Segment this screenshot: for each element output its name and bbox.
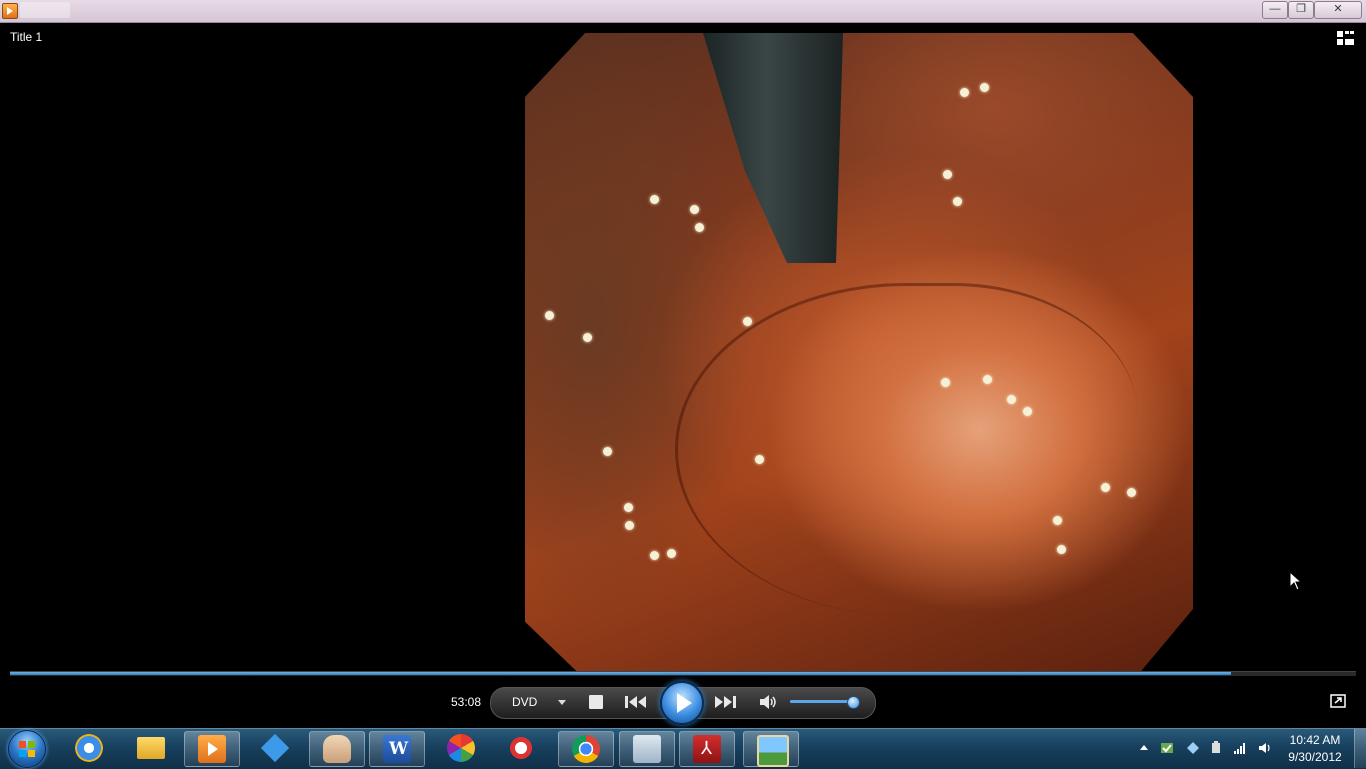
snipping-tool-icon bbox=[507, 734, 535, 762]
light-reflection bbox=[624, 503, 633, 512]
windows-media-player-icon bbox=[198, 735, 226, 763]
light-reflection bbox=[743, 317, 752, 326]
light-reflection bbox=[1057, 545, 1066, 554]
microsoft-word-icon bbox=[383, 735, 411, 763]
clock-date[interactable]: 9/30/2012 bbox=[1284, 750, 1346, 764]
light-reflection bbox=[1007, 395, 1016, 404]
close-button[interactable]: ✕ bbox=[1314, 1, 1362, 19]
next-button[interactable] bbox=[710, 692, 740, 712]
light-reflection bbox=[960, 88, 969, 97]
light-reflection bbox=[690, 205, 699, 214]
safely-remove-hardware-icon[interactable] bbox=[1209, 741, 1223, 755]
network-signal-icon[interactable] bbox=[1233, 741, 1247, 755]
light-reflection bbox=[943, 170, 952, 179]
stop-button[interactable] bbox=[589, 695, 603, 709]
taskbar-internet-explorer[interactable] bbox=[62, 731, 116, 765]
taskbar-picasa[interactable] bbox=[434, 731, 488, 765]
taskbar-windows-explorer[interactable] bbox=[124, 731, 178, 765]
maximize-button[interactable]: ❐ bbox=[1288, 1, 1314, 19]
show-hidden-icons-icon[interactable] bbox=[1140, 745, 1148, 750]
photo-viewer-icon bbox=[757, 735, 789, 767]
adobe-reader-icon bbox=[693, 735, 721, 763]
light-reflection bbox=[1023, 407, 1032, 416]
minimize-button[interactable]: — bbox=[1262, 1, 1288, 19]
endoscope-tube bbox=[703, 33, 843, 263]
dropbox-tray-icon[interactable] bbox=[1186, 741, 1200, 755]
light-reflection bbox=[545, 311, 554, 320]
taskbar-explorer-window[interactable] bbox=[619, 731, 675, 767]
light-reflection bbox=[603, 447, 612, 456]
light-reflection bbox=[980, 83, 989, 92]
light-reflection bbox=[695, 223, 704, 232]
dvd-dropdown-icon[interactable] bbox=[558, 700, 566, 705]
taskbar-windows-media-player[interactable] bbox=[184, 731, 240, 767]
taskbar-adobe-reader[interactable] bbox=[679, 731, 735, 767]
light-reflection bbox=[625, 521, 634, 530]
explorer-window-icon bbox=[633, 735, 661, 763]
clock-time[interactable]: 10:42 AM bbox=[1284, 733, 1346, 747]
light-reflection bbox=[667, 549, 676, 558]
dropbox-icon bbox=[261, 734, 289, 762]
start-button[interactable] bbox=[8, 730, 46, 768]
taskbar-snipping-tool[interactable] bbox=[494, 731, 548, 765]
volume-tray-icon[interactable] bbox=[1258, 741, 1272, 755]
light-reflection bbox=[983, 375, 992, 384]
sync-status-icon[interactable] bbox=[1160, 741, 1174, 755]
elapsed-time: 53:08 bbox=[450, 695, 482, 709]
taskbar-photo-viewer[interactable] bbox=[743, 731, 799, 767]
taskbar-microsoft-word[interactable] bbox=[369, 731, 425, 767]
light-reflection bbox=[1101, 483, 1110, 492]
light-reflection bbox=[650, 551, 659, 560]
tissue-fold bbox=[675, 283, 1138, 616]
seek-bar-progress bbox=[10, 672, 1231, 675]
mouse-cursor-icon bbox=[1289, 571, 1301, 591]
internet-explorer-icon bbox=[75, 734, 103, 762]
play-button[interactable] bbox=[660, 681, 704, 725]
volume-icon[interactable] bbox=[758, 692, 778, 712]
window-titlebar[interactable]: — ❐ ✕ bbox=[0, 0, 1366, 23]
hand-app-icon bbox=[323, 735, 351, 763]
now-playing-title: Title 1 bbox=[10, 30, 43, 44]
taskbar-dropbox[interactable] bbox=[248, 731, 302, 765]
windows-media-player-app-icon[interactable] bbox=[2, 3, 18, 19]
endoscopy-video-frame bbox=[525, 33, 1193, 673]
volume-level bbox=[790, 700, 853, 703]
light-reflection bbox=[1127, 488, 1136, 497]
google-chrome-icon bbox=[572, 735, 600, 763]
taskbar-google-chrome[interactable] bbox=[558, 731, 614, 767]
previous-button[interactable] bbox=[622, 692, 652, 712]
light-reflection bbox=[755, 455, 764, 464]
light-reflection bbox=[650, 195, 659, 204]
windows-logo-icon bbox=[19, 741, 35, 757]
light-reflection bbox=[583, 333, 592, 342]
taskbar-hand-app[interactable] bbox=[309, 731, 365, 767]
seek-bar[interactable] bbox=[10, 671, 1356, 676]
picasa-icon bbox=[447, 734, 475, 762]
switch-to-library-icon[interactable] bbox=[1336, 30, 1356, 46]
fullscreen-icon[interactable] bbox=[1330, 694, 1346, 708]
light-reflection bbox=[953, 197, 962, 206]
volume-slider-thumb[interactable] bbox=[847, 696, 860, 709]
titlebar-caption bbox=[20, 2, 70, 18]
folder-icon bbox=[137, 737, 165, 759]
show-desktop-button[interactable] bbox=[1354, 729, 1366, 768]
light-reflection bbox=[941, 378, 950, 387]
light-reflection bbox=[1053, 516, 1062, 525]
